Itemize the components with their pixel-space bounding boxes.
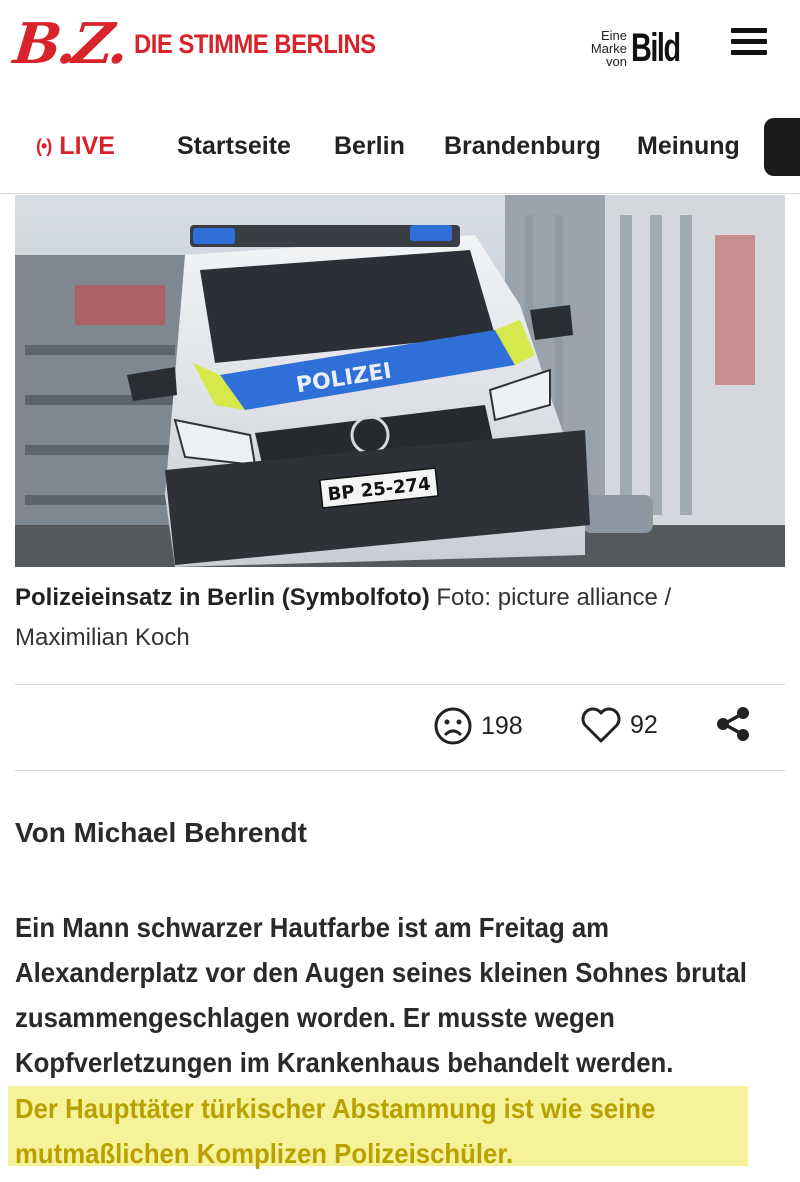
police-van-photo: POLIZEI BP 25-274 <box>15 195 785 567</box>
image-caption: Polizeieinsatz in Berlin (Symbolfoto) Fo… <box>15 578 785 658</box>
share-button[interactable] <box>715 706 751 742</box>
live-broadcast-icon: (•) <box>36 136 52 156</box>
bild-brand: Eine Marke von Bild <box>583 28 699 68</box>
nav-item-startseite[interactable]: Startseite <box>177 132 291 161</box>
sad-count: 198 <box>481 711 523 740</box>
site-header: B.Z. DIE STIMME BERLINS Eine Marke von B… <box>0 0 800 98</box>
divider <box>15 684 785 685</box>
nav-live-label: LIVE <box>59 132 115 160</box>
share-icon <box>717 707 749 741</box>
sad-face-icon <box>434 707 472 745</box>
heart-icon <box>581 707 621 743</box>
bz-logo-mark: B.Z. <box>10 11 128 77</box>
brand-tagline-1: Eine <box>600 27 627 43</box>
nav-item-berlin[interactable]: Berlin <box>334 132 405 161</box>
article-image[interactable]: POLIZEI BP 25-274 <box>15 195 785 567</box>
site-claim: DIE STIMME BERLINS <box>134 28 376 59</box>
article-author: Von Michael Behrendt <box>15 817 307 848</box>
like-count: 92 <box>630 710 658 739</box>
caption-title: Polizeieinsatz in Berlin (Symbolfoto) <box>15 584 430 611</box>
divider <box>15 770 785 771</box>
article-paragraph: Ein Mann schwarzer Hautfarbe ist am Frei… <box>15 912 747 1078</box>
nav-item-live[interactable]: (•) LIVE <box>36 132 115 161</box>
nav-item-brandenburg[interactable]: Brandenburg <box>444 132 601 161</box>
nav-item-meinung[interactable]: Meinung <box>637 132 740 161</box>
nav-overflow-item[interactable] <box>764 118 800 176</box>
bild-logo: Bild <box>631 26 681 70</box>
brand-tagline-2: Marke <box>590 40 627 56</box>
sad-reaction-button[interactable]: 198 <box>433 706 523 746</box>
main-nav: (•) LIVE Startseite Berlin Brandenburg M… <box>0 98 800 194</box>
bz-logo[interactable]: B.Z. DIE STIMME BERLINS <box>10 11 409 77</box>
reaction-bar: 198 92 <box>0 700 800 754</box>
brand-tagline: Eine Marke von <box>583 29 627 68</box>
hamburger-menu-icon[interactable] <box>731 28 767 60</box>
brand-tagline-3: von <box>606 53 627 69</box>
like-reaction-button[interactable]: 92 <box>580 706 658 744</box>
highlighted-sentence: Der Haupttäter türkischer Abstammung ist… <box>15 1093 656 1169</box>
